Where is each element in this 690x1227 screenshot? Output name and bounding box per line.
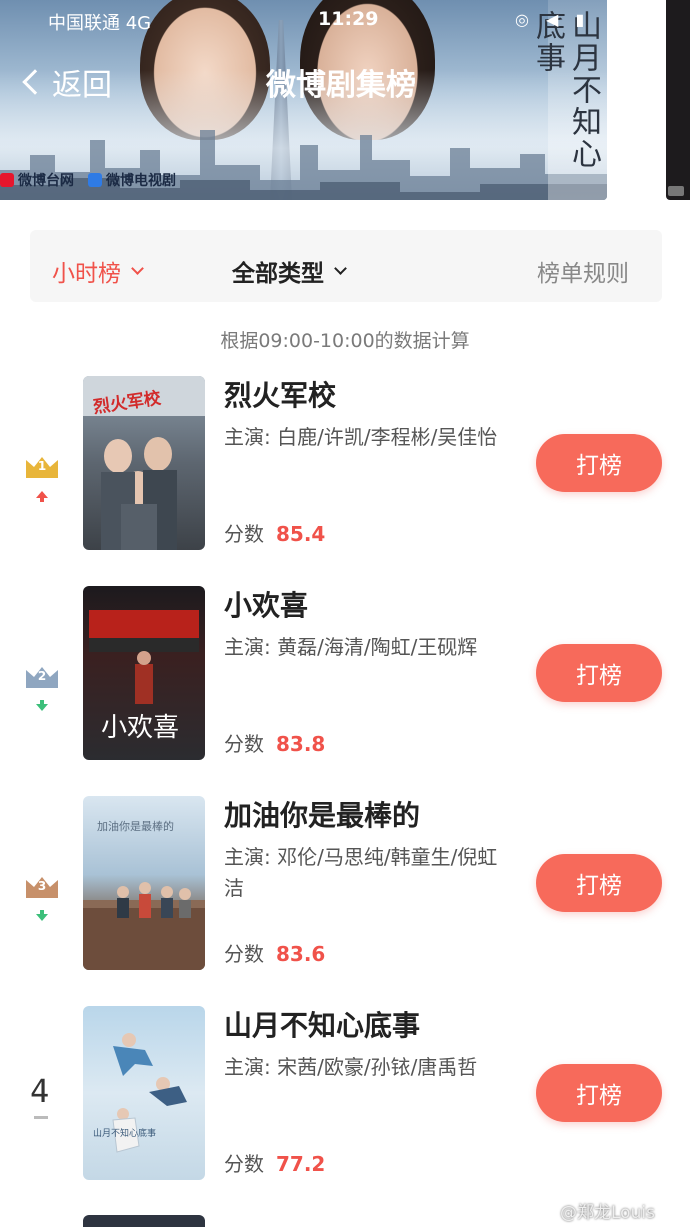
type-dropdown[interactable]: 全部类型 [232, 254, 347, 288]
drama-poster[interactable]: 小欢喜 [83, 586, 205, 760]
status-bar: 中国联通 4G 11:29 ◎ ◀ ▮ [0, 0, 690, 40]
weibo-tv-logo: 微博台网 [0, 170, 74, 190]
chevron-down-icon [131, 261, 144, 275]
vote-button[interactable]: 打榜 [536, 644, 662, 702]
svg-text:小欢喜: 小欢喜 [101, 713, 179, 743]
trend-up-icon [36, 491, 48, 502]
trend-down-icon [36, 910, 48, 921]
drama-cast: 主演: 黄磊/海清/陶虹/王砚辉 [224, 635, 478, 659]
hour-list-dropdown[interactable]: 小时榜 [52, 254, 144, 288]
drama-score: 分数 83.8 [224, 732, 326, 756]
carrier-label: 中国联通 4G [48, 13, 152, 34]
drama-score: 分数 85.4 [224, 522, 326, 546]
back-button[interactable]: 返回 [18, 60, 112, 104]
status-icons: ◎ ◀ ▮ [515, 10, 591, 29]
weibo-drama-logo: 微博电视剧 [88, 170, 176, 190]
drama-title: 山月不知心底事 [224, 1009, 421, 1042]
next-poster-peek [83, 1215, 205, 1227]
drama-cast: 主演: 邓伦/马思纯/韩童生/倪虹洁 [224, 845, 498, 900]
ranking-row[interactable]: 4 山月不知心底事 山月不知心底事 主演: 宋茜/欧豪/孙铱/唐禹哲 分数 77.… [0, 1006, 690, 1186]
vote-button[interactable]: 打榜 [536, 434, 662, 492]
filter-bar: 小时榜 全部类型 榜单规则 [30, 230, 662, 302]
drama-poster[interactable]: 烈火军校 [83, 376, 205, 550]
clock: 11:29 [318, 8, 379, 30]
watermark: @郑龙Louis [560, 1203, 655, 1223]
rank-number: 4 [30, 1072, 50, 1110]
vote-button[interactable]: 打榜 [536, 1064, 662, 1122]
drama-info: 小欢喜 主演: 黄磊/海清/陶虹/王砚辉 分数 83.8 [224, 586, 514, 756]
chevron-down-icon [334, 261, 347, 275]
drama-poster[interactable]: 加油你是最棒的 [83, 796, 205, 970]
drama-score: 分数 77.2 [224, 1152, 326, 1176]
drama-info: 山月不知心底事 主演: 宋茜/欧豪/孙铱/唐禹哲 分数 77.2 [224, 1006, 514, 1176]
drama-cast: 主演: 白鹿/许凯/李程彬/吴佳怡 [224, 425, 498, 449]
rank-badge: 2 [18, 656, 66, 726]
rules-link[interactable]: 榜单规则 [537, 254, 629, 288]
drama-poster[interactable]: 山月不知心底事 [83, 1006, 205, 1180]
drama-cast: 主演: 宋茜/欧豪/孙铱/唐禹哲 [224, 1055, 478, 1079]
drama-score: 分数 83.6 [224, 942, 326, 966]
drama-info: 加油你是最棒的 主演: 邓伦/马思纯/韩童生/倪虹洁 分数 83.6 [224, 796, 514, 966]
drama-title: 小欢喜 [224, 589, 309, 622]
vote-button[interactable]: 打榜 [536, 854, 662, 912]
banner-logos: 微博台网 微博电视剧 [0, 170, 176, 190]
drama-info: 烈火军校 主演: 白鹿/许凯/李程彬/吴佳怡 分数 85.4 [224, 376, 514, 546]
trend-down-icon [36, 700, 48, 711]
chevron-left-icon [22, 69, 48, 95]
drama-title: 烈火军校 [224, 379, 337, 412]
rank-badge: 1 [18, 446, 66, 516]
trend-same-icon [34, 1116, 48, 1119]
svg-text:山月不知心底事: 山月不知心底事 [93, 1127, 156, 1139]
svg-text:加油你是最棒的: 加油你是最棒的 [97, 819, 174, 833]
ranking-row[interactable]: 2 小欢喜 小欢喜 主演: 黄磊/海清/陶虹/王砚辉 分数 83.8 打榜 [0, 586, 690, 766]
drama-title: 加油你是最棒的 [224, 799, 421, 832]
page-title: 微博剧集榜 [266, 68, 416, 103]
rank-badge: 3 [18, 866, 66, 936]
rank-badge: 4 [18, 1072, 66, 1146]
ranking-row[interactable]: 3 加油你是最棒的 加油你是最棒的 主演: 邓伦/马思纯/韩童生/倪虹洁 分数 8… [0, 796, 690, 976]
data-period-note: 根据09:00-10:00的数据计算 [220, 330, 470, 352]
ranking-row[interactable]: 1 烈火军校 烈火军校 主演: 白鹿/许凯/李程彬/吴佳怡 分数 85.4 打榜 [0, 376, 690, 556]
